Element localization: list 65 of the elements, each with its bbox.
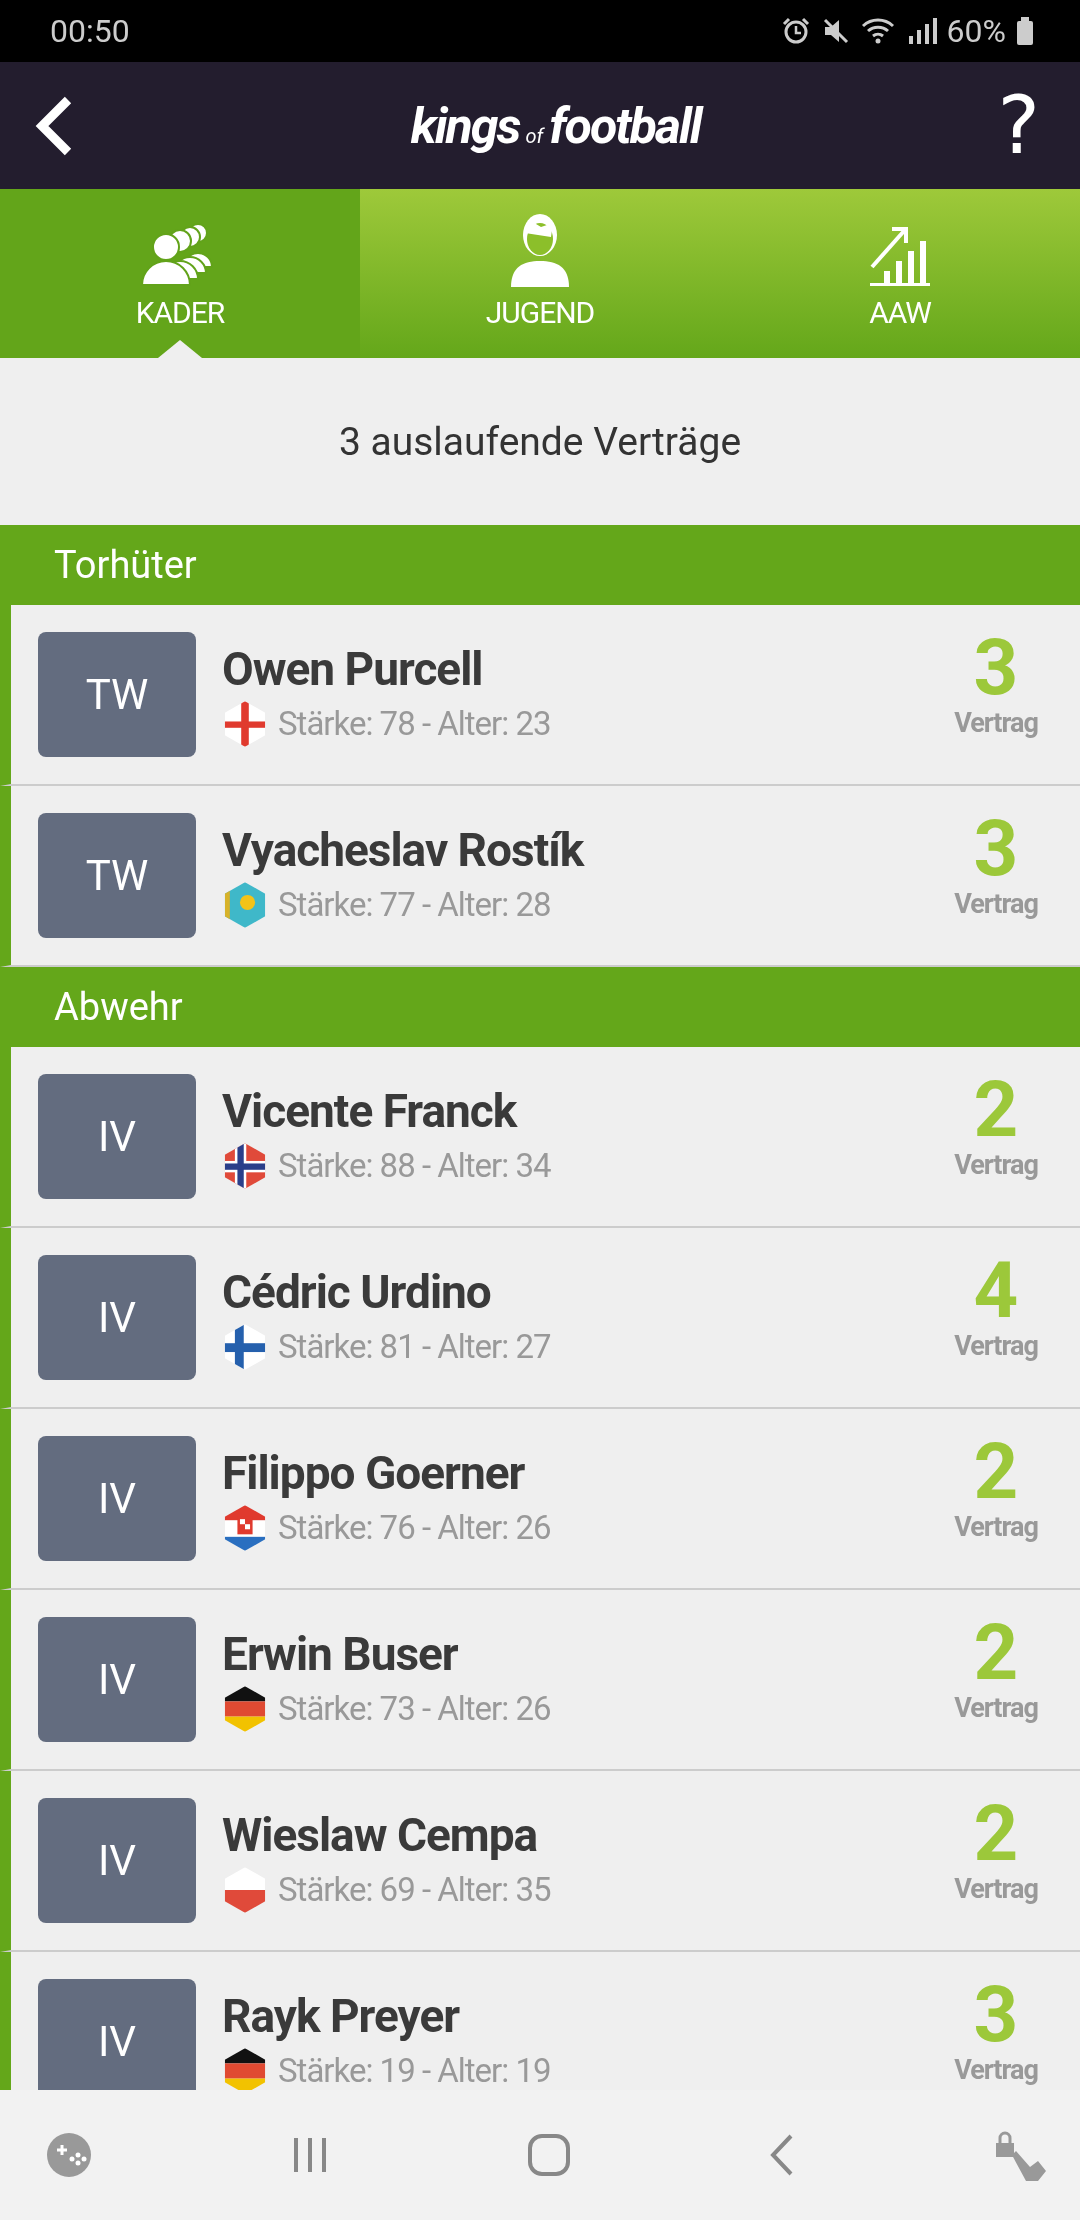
player-name: Vicente Franck [222, 1083, 519, 1138]
player-stats: Stärke: 77 - Alter: 28 [278, 885, 551, 924]
tab-pointer [158, 340, 202, 358]
flag-icon [222, 1684, 268, 1733]
player-row[interactable]: IV Wieslaw Cempa Stärke: 69 - Alter: 35 2 Vertrag [0, 1771, 1080, 1952]
contract-years: 2 [973, 1070, 1019, 1149]
contract-label: Vertrag [954, 1510, 1038, 1543]
player-stats: Stärke: 78 - Alter: 23 [278, 704, 551, 743]
contract-label: Vertrag [954, 1691, 1038, 1724]
contract-label: Vertrag [954, 706, 1038, 739]
help-button[interactable]: ? [997, 85, 1040, 166]
position-badge: IV [38, 1074, 196, 1199]
position-badge: IV [38, 1979, 196, 2090]
contract-label: Vertrag [954, 1329, 1038, 1362]
home-icon[interactable] [527, 2133, 571, 2177]
contract-years: 2 [973, 1432, 1019, 1511]
game-icon[interactable] [46, 2132, 92, 2178]
back-button[interactable] [34, 95, 74, 156]
contract-label: Vertrag [954, 887, 1038, 920]
player-name: Erwin Buser [222, 1626, 459, 1681]
contract-years: 3 [973, 1975, 1019, 2054]
position-badge: IV [38, 1798, 196, 1923]
player-name: Filippo Goerner [222, 1445, 526, 1500]
position-badge: IV [38, 1617, 196, 1742]
player-name: Rayk Preyer [222, 1988, 461, 2043]
position-badge: IV [38, 1255, 196, 1380]
expiring-contracts-title: 3 auslaufende Verträge [337, 417, 743, 467]
section-header: Abwehr [0, 967, 1080, 1047]
section-header: Torhüter [0, 525, 1080, 605]
battery-icon [1016, 16, 1034, 46]
player-row[interactable]: IV Cédric Urdino Stärke: 81 - Alter: 27 4 Vertrag [0, 1228, 1080, 1409]
player-row[interactable]: IV Erwin Buser Stärke: 73 - Alter: 26 2 Vertrag [0, 1590, 1080, 1771]
back-icon[interactable] [768, 2133, 795, 2177]
player-row[interactable]: IV Filippo Goerner Stärke: 76 - Alter: 26 2 Vertrag [0, 1409, 1080, 1590]
contract-years: 2 [973, 1794, 1019, 1873]
player-stats: Stärke: 19 - Alter: 19 [278, 2051, 551, 2090]
player-stats: Stärke: 88 - Alter: 34 [278, 1146, 551, 1185]
signal-icon [906, 16, 937, 46]
clock: 00:50 [50, 12, 130, 50]
position-badge: IV [38, 1436, 196, 1561]
contract-label: Vertrag [954, 2053, 1038, 2086]
wifi-icon [860, 16, 897, 46]
contract-years: 2 [973, 1613, 1019, 1692]
player-name: Cédric Urdino [222, 1264, 492, 1319]
player-stats: Stärke: 76 - Alter: 26 [278, 1508, 551, 1547]
player-stats: Stärke: 69 - Alter: 35 [278, 1870, 551, 1909]
app-logo: kings of football [410, 96, 701, 155]
player-name: Wieslaw Cempa [222, 1807, 539, 1862]
contract-years: 4 [973, 1251, 1019, 1330]
flag-icon [222, 1503, 268, 1552]
player-stats: Stärke: 73 - Alter: 26 [278, 1689, 551, 1728]
player-stats: Stärke: 81 - Alter: 27 [278, 1327, 551, 1366]
player-name: Vyacheslav Rostík [222, 822, 586, 877]
contract-label: Vertrag [954, 1872, 1038, 1905]
player-row[interactable]: TW Owen Purcell Stärke: 78 - Alter: 23 3 Vertrag [0, 605, 1080, 786]
player-row[interactable]: IV Vicente Franck Stärke: 88 - Alter: 34 2 Vertrag [0, 1047, 1080, 1228]
player-name: Owen Purcell [222, 641, 484, 696]
contract-years: 3 [973, 809, 1019, 888]
contract-years: 3 [973, 628, 1019, 707]
position-badge: TW [38, 813, 196, 938]
battery-level: 60% [946, 12, 1006, 50]
position-badge: TW [38, 632, 196, 757]
alarm-icon [780, 16, 811, 46]
contract-label: Vertrag [954, 1148, 1038, 1181]
flag-icon [222, 1865, 268, 1914]
